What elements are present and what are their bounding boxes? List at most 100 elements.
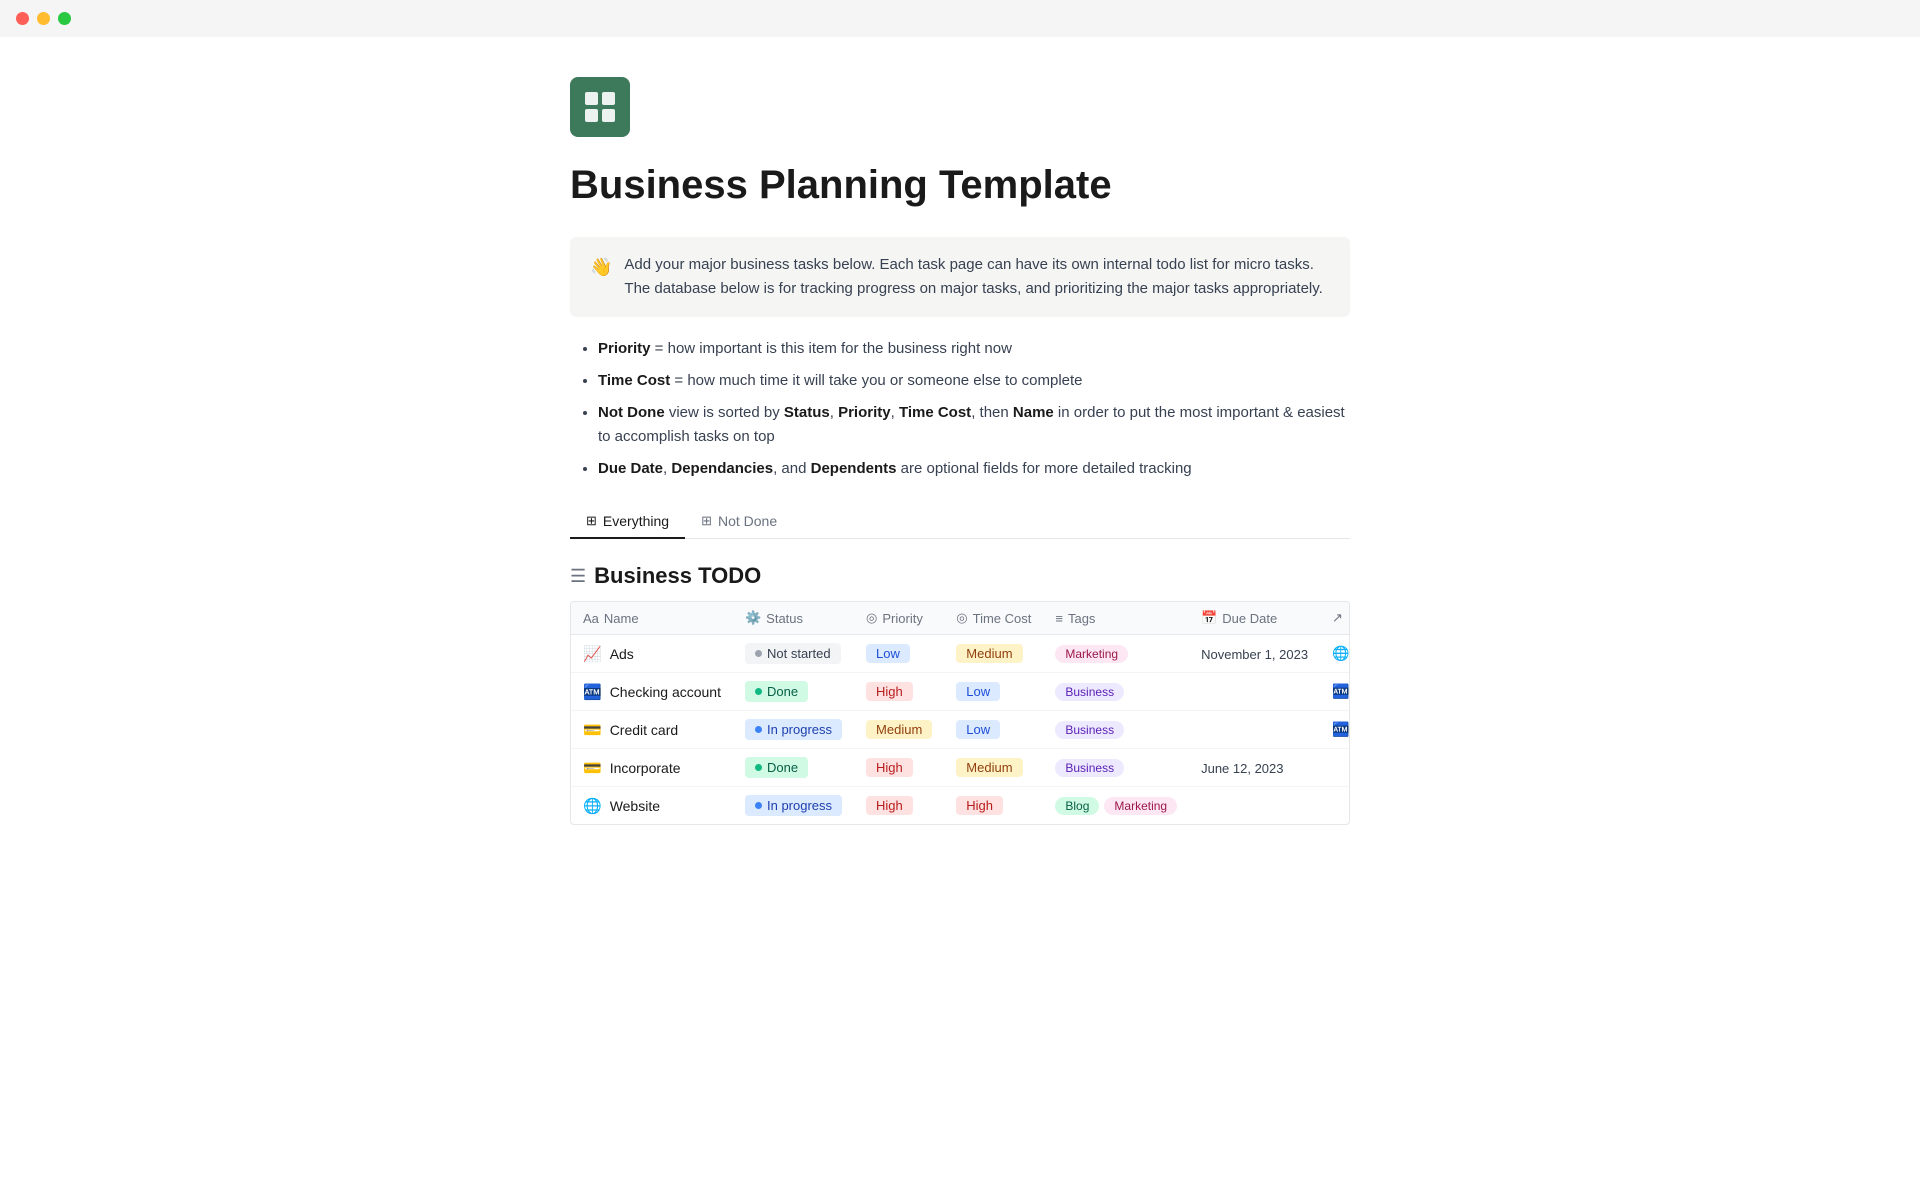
status-dot xyxy=(755,650,762,657)
cell-name-4[interactable]: 🌐Website xyxy=(571,787,733,825)
priority-tag: High xyxy=(866,796,913,815)
main-content: Business Planning Template 👋 Add your ma… xyxy=(510,37,1410,905)
tab-everything[interactable]: ⊞ Everything xyxy=(570,505,685,539)
row-name-text: Incorporate xyxy=(610,760,681,776)
row-name-text: Checking account xyxy=(610,684,721,700)
col-due-date: 📅 Due Date xyxy=(1189,602,1320,635)
cell-time-cost-1: Low xyxy=(944,673,1043,711)
status-dot xyxy=(755,764,762,771)
time-cost-tag: Low xyxy=(956,682,1000,701)
cell-tags-4: Blog Marketing xyxy=(1043,787,1189,825)
col-priority-label: Priority xyxy=(882,611,922,626)
cell-status-3: Done xyxy=(733,749,854,787)
col-priority-icon: ◎ xyxy=(866,610,877,626)
cell-time-cost-4: High xyxy=(944,787,1043,825)
cell-status-4: In progress xyxy=(733,787,854,825)
col-time-cost: ◎ Time Cost xyxy=(944,602,1043,635)
callout-emoji: 👋 xyxy=(590,253,612,301)
section-header-icon: ☰ xyxy=(570,566,586,587)
cell-status-0: Not started xyxy=(733,635,854,673)
dependancy-item: 🏧Incorporate xyxy=(1332,683,1350,700)
cell-dependancies-1: 🏧Incorporate xyxy=(1320,673,1350,711)
row-icon: 💳 xyxy=(583,759,602,777)
row-icon: 🏧 xyxy=(583,683,602,701)
tab-everything-icon: ⊞ xyxy=(586,513,597,529)
page-icon xyxy=(570,77,630,137)
col-status: ⚙️ Status xyxy=(733,602,854,635)
traffic-light-green[interactable] xyxy=(58,12,71,25)
tags-group: Marketing xyxy=(1055,645,1177,663)
col-due-date-icon: 📅 xyxy=(1201,610,1217,626)
col-dependancies-icon: ↗ xyxy=(1332,610,1343,626)
titlebar xyxy=(0,0,1920,37)
time-cost-tag: Medium xyxy=(956,758,1022,777)
col-priority: ◎ Priority xyxy=(854,602,944,635)
col-status-icon: ⚙️ xyxy=(745,610,761,626)
table-row[interactable]: 🌐Website In progress High High Blog Marketing… xyxy=(571,787,1350,825)
traffic-light-yellow[interactable] xyxy=(37,12,50,25)
cell-tags-1: Business xyxy=(1043,673,1189,711)
due-date-value: June 12, 2023 xyxy=(1201,761,1283,776)
col-status-label: Status xyxy=(766,611,803,626)
cell-tags-2: Business xyxy=(1043,711,1189,749)
cell-due-date-4 xyxy=(1189,787,1320,825)
tags-group: Business xyxy=(1055,759,1177,777)
cell-due-date-3: June 12, 2023 xyxy=(1189,749,1320,787)
cell-priority-4: High xyxy=(854,787,944,825)
dep-icon: 🏧 xyxy=(1332,683,1349,700)
cell-status-2: In progress xyxy=(733,711,854,749)
cell-priority-1: High xyxy=(854,673,944,711)
cell-due-date-1 xyxy=(1189,673,1320,711)
col-tags-label: Tags xyxy=(1068,611,1095,626)
cell-tags-3: Business xyxy=(1043,749,1189,787)
table-row[interactable]: 🏧 Checking account Done High Low Business 🏧Inc… xyxy=(571,673,1350,711)
section-title: Business TODO xyxy=(594,563,761,589)
cell-name-3[interactable]: 💳 Incorporate xyxy=(571,749,733,787)
time-cost-tag: Low xyxy=(956,720,1000,739)
dep-icon: 🏧 xyxy=(1332,721,1349,738)
priority-tag: High xyxy=(866,758,913,777)
col-due-date-label: Due Date xyxy=(1222,611,1277,626)
tab-not-done[interactable]: ⊞ Not Done xyxy=(685,505,793,539)
traffic-light-red[interactable] xyxy=(16,12,29,25)
cell-priority-2: Medium xyxy=(854,711,944,749)
dep-icon: 🌐 xyxy=(1332,645,1349,662)
category-tag: Business xyxy=(1055,759,1124,777)
row-icon: 🌐 xyxy=(583,797,602,815)
cell-name-0[interactable]: 📈Ads xyxy=(571,635,733,673)
table-row[interactable]: 💳 Incorporate Done High Medium Business June 1… xyxy=(571,749,1350,787)
status-badge: In progress xyxy=(745,795,842,816)
col-name-label: Name xyxy=(604,611,639,626)
col-time-cost-label: Time Cost xyxy=(973,611,1032,626)
status-badge: Not started xyxy=(745,643,841,664)
cell-dependancies-2: 🏧Incorporate xyxy=(1320,711,1350,749)
table-row[interactable]: 📈AdsNot startedLowMediumMarketingNovembe… xyxy=(571,635,1350,673)
table-header-row: Aa Name ⚙️ Status ◎ Priority xyxy=(571,602,1350,635)
cell-name-1[interactable]: 🏧 Checking account xyxy=(571,673,733,711)
cell-dependancies-3 xyxy=(1320,749,1350,787)
tabs: ⊞ Everything ⊞ Not Done xyxy=(570,505,1350,539)
dependancy-item: 🏧Incorporate xyxy=(1332,721,1350,738)
col-dependancies: ↗ Dependancies xyxy=(1320,602,1350,635)
cell-dependancies-4 xyxy=(1320,787,1350,825)
col-dependancies-label: Dependancies xyxy=(1348,611,1350,626)
col-time-cost-icon: ◎ xyxy=(956,610,967,626)
cell-due-date-2 xyxy=(1189,711,1320,749)
tags-group: Blog Marketing xyxy=(1055,797,1177,815)
col-name-icon: Aa xyxy=(583,611,599,626)
table-row[interactable]: 💳Credit cardIn progressMedium Low Business… xyxy=(571,711,1350,749)
cell-time-cost-3: Medium xyxy=(944,749,1043,787)
cell-name-2[interactable]: 💳Credit card xyxy=(571,711,733,749)
category-tag: Marketing xyxy=(1104,797,1177,815)
status-dot xyxy=(755,726,762,733)
priority-tag: High xyxy=(866,682,913,701)
cell-time-cost-2: Low xyxy=(944,711,1043,749)
cell-priority-0: Low xyxy=(854,635,944,673)
cell-status-1: Done xyxy=(733,673,854,711)
status-badge: Done xyxy=(745,757,808,778)
category-tag: Blog xyxy=(1055,797,1099,815)
cell-priority-3: High xyxy=(854,749,944,787)
status-dot xyxy=(755,688,762,695)
category-tag: Marketing xyxy=(1055,645,1128,663)
time-cost-tag: Medium xyxy=(956,644,1022,663)
